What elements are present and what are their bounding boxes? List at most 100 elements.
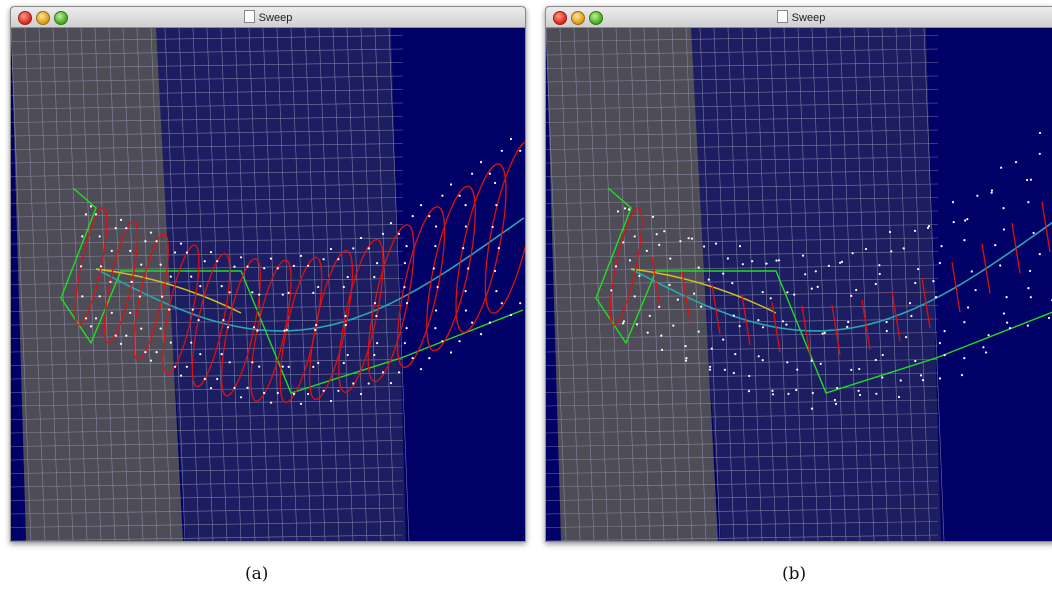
sample-point (967, 306, 970, 309)
sample-point (352, 382, 355, 385)
sample-point (816, 285, 819, 288)
sample-point (500, 149, 503, 152)
sample-point (436, 286, 439, 289)
sample-point (660, 348, 664, 351)
sample-point (905, 336, 908, 339)
sample-point (833, 398, 836, 402)
sample-point (258, 365, 261, 368)
sample-point (312, 291, 315, 294)
sample-point (258, 293, 261, 296)
sample-point (709, 365, 712, 368)
sample-point (621, 322, 625, 325)
sample-point (495, 290, 498, 293)
sample-point (419, 204, 423, 207)
sample-point (964, 219, 967, 222)
sample-point (804, 273, 807, 276)
sample-point (761, 359, 764, 362)
sample-point (199, 285, 202, 288)
sample-point (464, 225, 467, 228)
sample-point (943, 330, 946, 333)
sample-point (317, 361, 320, 365)
sample-point (850, 368, 853, 371)
sample-point (810, 359, 813, 362)
sample-point (149, 359, 153, 362)
sample-point (878, 264, 881, 267)
sample-point (509, 313, 513, 317)
sample-point (885, 329, 888, 333)
sample-point (761, 326, 765, 329)
sample-point (435, 225, 438, 228)
sample-point (239, 396, 243, 399)
sample-point (411, 357, 414, 360)
sample-point (910, 314, 913, 318)
sample-point (855, 288, 858, 292)
sample-point (292, 392, 295, 396)
sample-point (464, 290, 467, 293)
sample-point (140, 327, 143, 330)
sample-point (722, 272, 725, 275)
gl-viewport[interactable] (546, 28, 1052, 541)
sample-point (700, 305, 703, 308)
sample-point (697, 266, 700, 269)
sample-point (222, 319, 225, 322)
sample-point (684, 359, 688, 362)
sample-point (810, 287, 813, 290)
sample-point (307, 264, 310, 267)
sample-point (287, 365, 290, 368)
sample-point (203, 260, 206, 263)
sample-point (732, 371, 735, 375)
sample-point (314, 328, 317, 331)
sample-point (623, 207, 627, 210)
sample-point (821, 332, 824, 335)
title-bar[interactable]: Sweep (11, 7, 525, 28)
sample-point (1008, 327, 1012, 330)
sample-point (376, 342, 379, 345)
sample-point (367, 247, 370, 250)
sample-point (109, 280, 112, 283)
sample-point (628, 259, 632, 262)
sample-point (389, 382, 393, 385)
sample-point (329, 247, 333, 251)
sample-point (932, 280, 935, 283)
sample-point (836, 386, 839, 390)
sample-point (921, 379, 925, 382)
sample-point (251, 361, 254, 364)
sample-point (775, 259, 778, 262)
sample-point (144, 351, 147, 354)
sample-point (651, 215, 655, 218)
sample-point (951, 201, 955, 204)
title-bar[interactable]: Sweep (546, 7, 1052, 28)
sample-point (155, 240, 158, 243)
sample-point (373, 353, 376, 357)
sample-point (84, 213, 88, 216)
sample-point (190, 275, 193, 278)
sample-point (434, 327, 437, 330)
sample-point (209, 387, 213, 390)
sample-point (708, 368, 712, 371)
sample-point (216, 260, 219, 263)
sample-point (263, 391, 266, 395)
sample-point (966, 218, 969, 221)
sample-point (787, 392, 790, 395)
sample-point (796, 368, 799, 371)
sample-point (220, 285, 223, 288)
sample-point (635, 323, 639, 326)
sample-point (823, 331, 826, 334)
sample-point (251, 291, 254, 294)
sample-point (216, 377, 219, 381)
sample-point (435, 309, 438, 312)
sample-point (741, 263, 744, 266)
sample-point (119, 218, 123, 221)
sample-point (497, 247, 500, 250)
sample-point (287, 291, 290, 294)
sample-point (1005, 296, 1008, 299)
sample-point (140, 263, 143, 266)
sample-point (976, 194, 979, 197)
sample-point (834, 402, 838, 405)
sample-point (648, 314, 651, 317)
sample-point (81, 295, 84, 298)
sample-point (938, 342, 941, 345)
sample-point (840, 260, 844, 263)
sample-point (342, 361, 345, 365)
gl-viewport[interactable] (11, 28, 525, 541)
